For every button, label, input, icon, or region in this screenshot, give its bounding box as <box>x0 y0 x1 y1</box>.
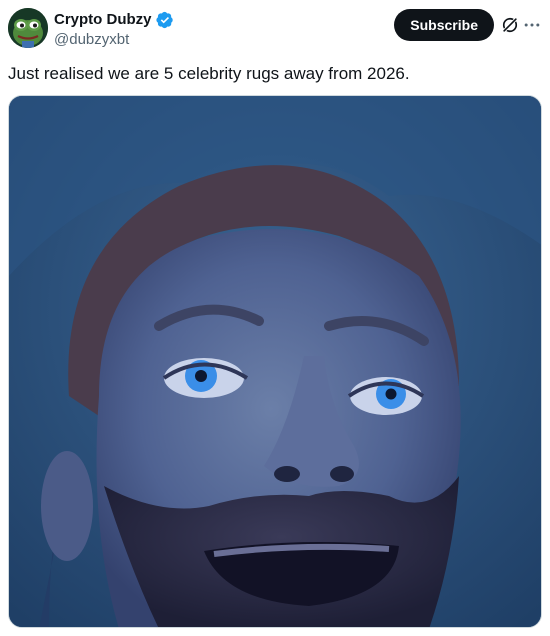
tweet[interactable]: Crypto Dubzy @dubzyxbt Subscribe Just re… <box>0 0 550 636</box>
more-options-icon[interactable] <box>522 15 542 35</box>
avatar[interactable] <box>8 8 48 48</box>
display-name[interactable]: Crypto Dubzy <box>54 11 152 28</box>
pepe-frog-avatar-icon <box>8 8 48 48</box>
author-handle[interactable]: @dubzyxbt <box>54 31 174 48</box>
author-names: Crypto Dubzy @dubzyxbt <box>54 10 174 48</box>
tweet-text: Just realised we are 5 celebrity rugs aw… <box>8 64 410 83</box>
tweet-header: Crypto Dubzy @dubzyxbt Subscribe <box>8 8 542 48</box>
subscribe-button[interactable]: Subscribe <box>394 9 494 41</box>
display-name-row: Crypto Dubzy <box>54 10 174 29</box>
face-looking-up-image <box>9 96 541 627</box>
grok-icon[interactable] <box>500 15 520 35</box>
verified-badge-icon <box>155 11 173 28</box>
tweet-media[interactable] <box>8 95 542 628</box>
